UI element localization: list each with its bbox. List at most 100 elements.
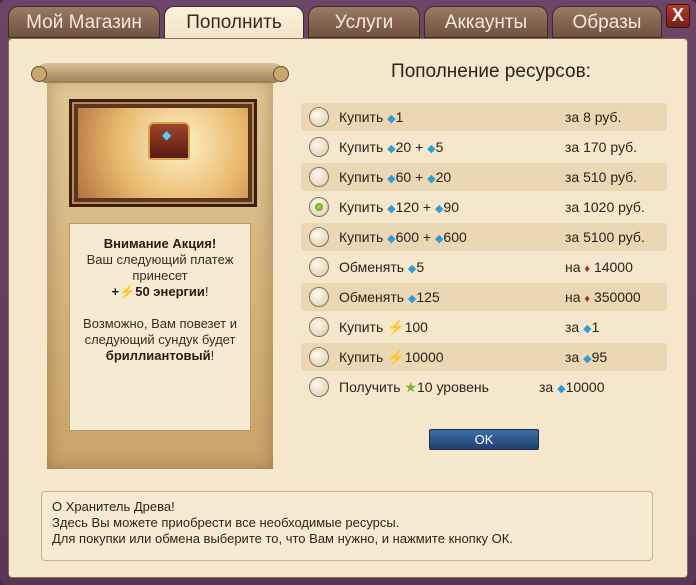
offer-row[interactable]: Обменять ◆5 на ♦ 14000 — [301, 253, 667, 281]
offer-bonus: 5 — [435, 139, 444, 155]
diamond-icon: ◆ — [583, 323, 592, 335]
info-line: Для покупки или обмена выберите то, что … — [52, 531, 513, 546]
diamond-icon: ◆ — [387, 143, 396, 155]
offer-amount: 60 + — [395, 169, 424, 185]
lightning-icon: ⚡ — [119, 284, 136, 299]
promo-heading: Внимание Акция! — [103, 236, 217, 251]
offer-radio[interactable] — [309, 287, 329, 307]
offer-verb: Купить — [339, 349, 384, 365]
star-icon: ★ — [404, 379, 417, 395]
offer-price-prefix: за — [565, 319, 580, 335]
offer-verb: Купить — [339, 109, 384, 125]
offer-row[interactable]: Купить ⚡10000 за ◆95 — [301, 343, 667, 371]
tab-images[interactable]: Образы — [552, 6, 662, 38]
ruby-icon: ♦ — [584, 263, 591, 275]
close-button[interactable]: X — [666, 4, 690, 28]
offer-verb: Купить — [339, 229, 384, 245]
info-panel: О Хранитель Древа! Здесь Вы можете приоб… — [41, 491, 653, 561]
offer-row[interactable]: Обменять ◆125 на ♦ 350000 — [301, 283, 667, 311]
diamond-icon: ◆ — [583, 353, 592, 365]
diamond-icon: ◆ — [557, 383, 566, 395]
offer-amount: 100 — [404, 319, 428, 335]
clouds-image — [78, 108, 248, 198]
tab-services[interactable]: Услуги — [308, 6, 420, 38]
diamond-icon: ◆ — [387, 203, 396, 215]
offer-row[interactable]: Купить ◆60 + ◆20 за 510 руб. — [301, 163, 667, 191]
offer-price: за 170 руб. — [565, 139, 638, 155]
offer-radio[interactable] — [309, 257, 329, 277]
offer-price-prefix: за — [539, 379, 554, 395]
lightning-icon: ⚡ — [387, 349, 405, 365]
tab-my-shop[interactable]: Мой Магазин — [8, 6, 160, 38]
offer-verb: Обменять — [339, 289, 405, 305]
offer-radio[interactable] — [309, 167, 329, 187]
offer-verb: Купить — [339, 169, 384, 185]
promo-line: принесет — [132, 268, 188, 283]
offer-row[interactable]: Купить ⚡100 за ◆1 — [301, 313, 667, 341]
offer-price-value: 14000 — [593, 259, 633, 275]
offer-price: за 5100 руб. — [565, 229, 645, 245]
diamond-icon: ◆ — [427, 143, 436, 155]
treasure-chest-icon — [148, 122, 190, 160]
promo-line: Ваш следующий платеж — [86, 252, 234, 267]
offer-price: за 8 руб. — [565, 109, 622, 125]
offer-amount: 125 — [416, 289, 440, 305]
info-line: О Хранитель Древа! — [52, 499, 175, 514]
offer-row[interactable]: Купить ◆600 + ◆600 за 5100 руб. — [301, 223, 667, 251]
offer-row[interactable]: Купить ◆1 за 8 руб. — [301, 103, 667, 131]
diamond-icon: ◆ — [387, 233, 396, 245]
offer-verb: Обменять — [339, 259, 405, 275]
info-line: Здесь Вы можете приобрести все необходим… — [52, 515, 400, 530]
bonus-prefix: + — [111, 284, 120, 299]
parchment: Внимание Акция! Ваш следующий платеж при… — [47, 77, 273, 469]
offer-radio[interactable] — [309, 377, 329, 397]
content-panel: Внимание Акция! Ваш следующий платеж при… — [8, 38, 688, 578]
ok-button[interactable]: OK — [429, 429, 539, 450]
offer-price-value: 10000 — [565, 379, 605, 395]
offer-amount: 1 — [395, 109, 404, 125]
offer-bonus: 20 — [435, 169, 452, 185]
offer-radio[interactable] — [309, 347, 329, 367]
diamond-icon: ◆ — [427, 173, 436, 185]
offer-verb: Купить — [339, 319, 384, 335]
offer-row[interactable]: Купить ◆120 + ◆90 за 1020 руб. — [301, 193, 667, 221]
offer-price: за 1020 руб. — [565, 199, 645, 215]
offer-radio-selected[interactable] — [309, 197, 329, 217]
offer-radio[interactable] — [309, 107, 329, 127]
shop-window: Мой Магазин Пополнить Услуги Аккаунты Об… — [0, 0, 696, 585]
offer-amount: 10000 — [404, 349, 444, 365]
ruby-icon: ♦ — [584, 293, 591, 305]
offer-bonus: 600 — [443, 229, 467, 245]
promo-scroll: Внимание Акция! Ваш следующий платеж при… — [31, 63, 289, 471]
diamond-word: бриллиантовый — [105, 348, 211, 363]
diamond-icon: ◆ — [387, 173, 396, 185]
diamond-suffix: ! — [210, 348, 215, 363]
offer-price: за 510 руб. — [565, 169, 638, 185]
offer-price-value: 95 — [591, 349, 608, 365]
promo-text: Внимание Акция! Ваш следующий платеж при… — [69, 223, 251, 431]
offer-price-value: 350000 — [593, 289, 641, 305]
offer-price-value: 1 — [591, 319, 600, 335]
offer-price-prefix: за — [565, 349, 580, 365]
offer-radio[interactable] — [309, 227, 329, 247]
scroll-rod-top — [31, 63, 289, 83]
offer-amount: 5 — [416, 259, 425, 275]
offer-amount: 20 + — [395, 139, 424, 155]
tab-accounts[interactable]: Аккаунты — [424, 6, 548, 38]
offer-verb: Купить — [339, 139, 384, 155]
offer-row[interactable]: Купить ◆20 + ◆5 за 170 руб. — [301, 133, 667, 161]
offer-price-prefix: на — [565, 259, 581, 275]
offer-price-prefix: на — [565, 289, 581, 305]
section-title: Пополнение ресурсов: — [391, 61, 591, 82]
chest-picture-frame — [69, 99, 257, 207]
offer-row[interactable]: Получить ★10 уровень за ◆10000 — [301, 373, 667, 401]
diamond-icon: ◆ — [387, 113, 396, 125]
offer-bonus: 90 — [443, 199, 459, 215]
offer-radio[interactable] — [309, 317, 329, 337]
tab-refill[interactable]: Пополнить — [164, 6, 304, 42]
bonus-suffix: ! — [204, 284, 209, 299]
offer-radio[interactable] — [309, 137, 329, 157]
offer-amount: 120 + — [395, 199, 432, 215]
offer-amount: 10 уровень — [416, 379, 489, 395]
offer-verb: Получить — [339, 379, 401, 395]
